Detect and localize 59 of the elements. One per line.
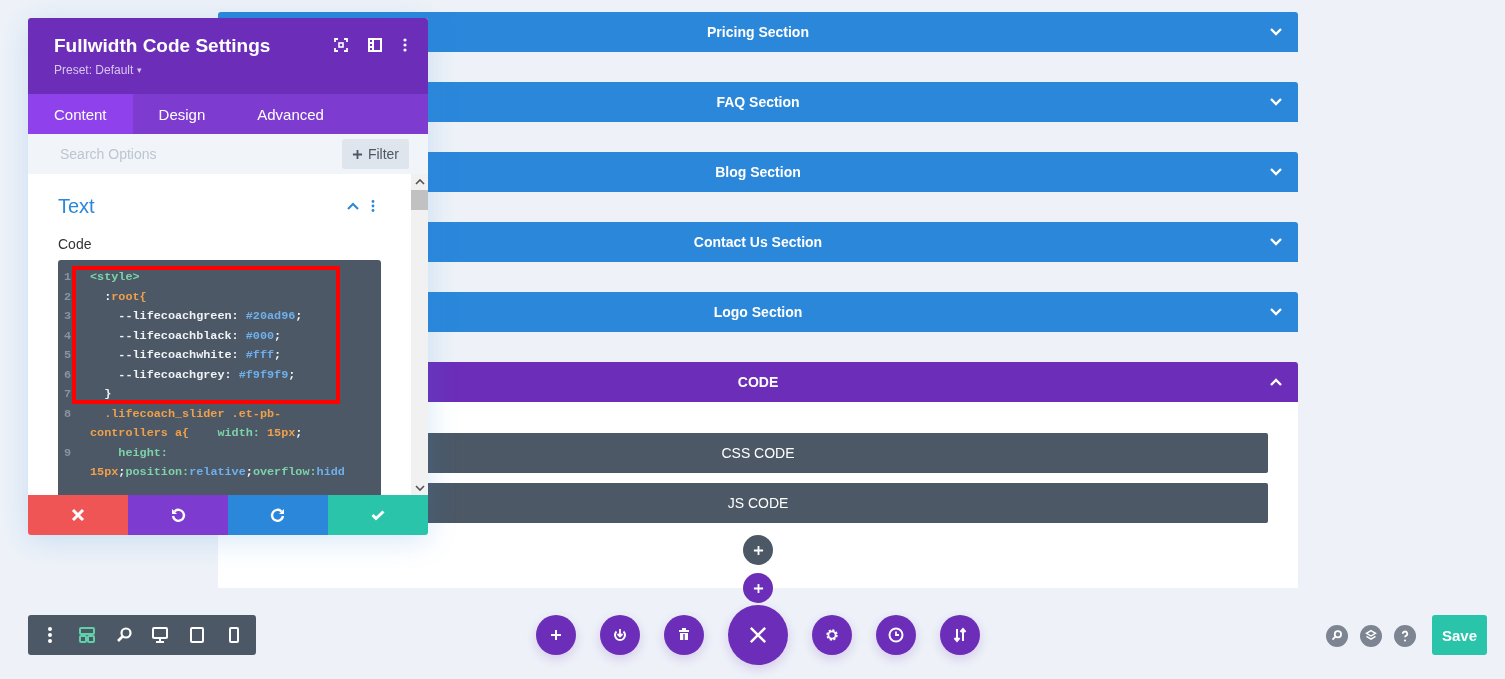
line-number: 5 <box>63 347 73 364</box>
line-number: 3 <box>63 308 73 325</box>
add-module-button[interactable] <box>743 535 773 565</box>
section-title: Contact Us Section <box>693 234 823 250</box>
chevron-down-icon[interactable] <box>1269 237 1283 247</box>
filter-button[interactable]: Filter <box>341 139 409 169</box>
line-number: 6 <box>63 366 73 384</box>
layers-button[interactable] <box>1360 625 1382 647</box>
portability-button[interactable] <box>940 615 980 655</box>
settings-button[interactable] <box>812 615 852 655</box>
line-number: 8 <box>63 405 73 423</box>
code-line: <style> <box>90 269 141 286</box>
add-row-button[interactable] <box>743 573 773 603</box>
line-number: 2 <box>63 288 73 306</box>
line-number: 4 <box>63 327 73 345</box>
more-icon[interactable] <box>371 200 375 212</box>
line-number: 1 <box>63 269 73 286</box>
caret-icon[interactable]: ▾ <box>137 65 143 75</box>
desktop-icon[interactable] <box>150 625 171 645</box>
scroll-down-icon[interactable] <box>414 484 425 492</box>
code-editor[interactable] <box>58 260 381 495</box>
delete-button[interactable] <box>664 615 704 655</box>
chevron-down-icon[interactable] <box>1269 307 1283 317</box>
scrollbar[interactable] <box>411 174 428 495</box>
scroll-up-icon[interactable] <box>414 178 425 186</box>
line-number: 7 <box>63 386 73 403</box>
chevron-down-icon[interactable] <box>1269 167 1283 177</box>
section-title: Logo Section <box>713 304 803 320</box>
plus-icon <box>351 148 363 160</box>
load-button[interactable] <box>600 615 640 655</box>
close-button[interactable] <box>728 605 788 665</box>
tab[interactable]: Content <box>28 94 133 134</box>
expand-icon[interactable] <box>334 38 348 52</box>
add-button[interactable] <box>536 615 576 655</box>
clock-icon <box>886 625 906 645</box>
code-line: :root{ <box>103 288 148 306</box>
line-number: 9 <box>63 444 73 462</box>
section-title: Blog Section <box>715 164 801 180</box>
code-line: } <box>103 386 113 403</box>
group-title[interactable]: Text <box>58 194 347 218</box>
code-line: --lifecoachwhite: #fff; <box>117 347 283 364</box>
help-button[interactable] <box>1394 625 1416 647</box>
field-label: Code <box>58 236 93 252</box>
scrollbar-thumb[interactable] <box>411 190 428 210</box>
undo-button[interactable] <box>128 495 228 535</box>
section-title: FAQ Section <box>716 94 800 110</box>
plus-icon <box>752 582 764 594</box>
more-icon[interactable] <box>402 38 408 52</box>
history-button[interactable] <box>876 615 916 655</box>
section-title: CODE <box>737 374 779 390</box>
chevron-down-icon[interactable] <box>1269 97 1283 107</box>
search-button[interactable] <box>1326 625 1348 647</box>
plus-icon <box>752 544 764 556</box>
chevron-up-icon[interactable] <box>347 202 359 210</box>
chevron-down-icon[interactable] <box>1269 27 1283 37</box>
layout-icon[interactable] <box>77 625 97 645</box>
sidebar-icon[interactable] <box>368 38 382 52</box>
preset-label[interactable]: Preset: Default <box>54 63 134 77</box>
section-title: Pricing Section <box>707 24 809 40</box>
